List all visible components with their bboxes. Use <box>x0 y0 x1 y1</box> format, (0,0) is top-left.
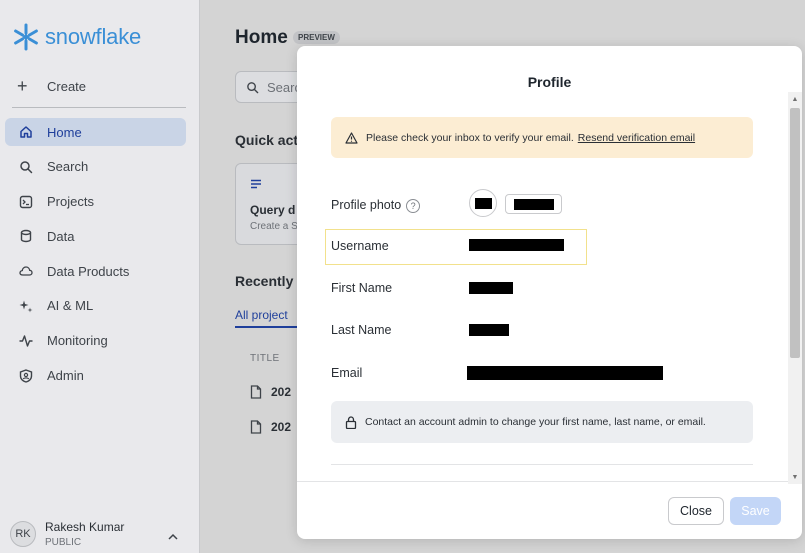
user-role: PUBLIC <box>45 537 82 548</box>
sidebar-item-home[interactable]: Home <box>5 118 186 146</box>
database-icon <box>19 229 33 243</box>
modal-scrollbar[interactable]: ▲ ▼ <box>788 92 802 484</box>
activity-icon <box>19 334 33 348</box>
tab-active-indicator <box>235 326 297 328</box>
user-name: Rakesh Kumar <box>45 520 125 534</box>
snowflake-logo[interactable]: snowflake <box>11 22 141 52</box>
verify-email-banner: Please check your inbox to verify your e… <box>331 117 753 158</box>
sidebar-item-label: Search <box>47 159 89 175</box>
table-row[interactable]: 202 <box>235 409 297 444</box>
sidebar-item-projects[interactable]: Projects <box>5 188 186 216</box>
search-icon <box>19 160 33 174</box>
row-title: 202 <box>271 384 292 399</box>
scroll-up-arrow-icon[interactable]: ▲ <box>788 92 802 106</box>
warning-icon <box>345 131 358 144</box>
create-button[interactable]: + Create <box>12 74 186 98</box>
sparkle-icon <box>19 299 33 313</box>
page-title: Home <box>235 27 288 48</box>
tab-all-projects[interactable]: All project <box>235 308 288 322</box>
profile-photo-avatar[interactable] <box>469 189 497 217</box>
list-icon <box>251 179 261 189</box>
snowflake-logo-icon <box>14 23 38 51</box>
row-title: 202 <box>271 419 292 434</box>
table-header-title: TITLE <box>250 352 280 364</box>
close-button[interactable]: Close <box>668 497 724 525</box>
last-name-label: Last Name <box>331 323 392 337</box>
preview-badge: PREVIEW <box>293 31 340 44</box>
email-value-redacted <box>467 366 663 380</box>
sidebar-item-data[interactable]: Data <box>5 222 186 250</box>
sidebar-item-label: Admin <box>47 368 84 384</box>
sidebar: snowflake + Create Home Search Projects <box>0 0 200 553</box>
terminal-icon <box>19 195 33 209</box>
sidebar-item-data-products[interactable]: Data Products <box>5 257 186 285</box>
sidebar-item-label: Data Products <box>47 263 130 279</box>
document-icon <box>250 419 262 434</box>
brand-name: snowflake <box>45 24 142 49</box>
cloud-icon <box>19 264 33 278</box>
footer-divider <box>297 481 802 482</box>
sidebar-item-search[interactable]: Search <box>5 153 186 181</box>
first-name-value-redacted <box>469 282 513 294</box>
modal-title: Profile <box>527 74 572 90</box>
last-name-value-redacted <box>469 324 509 336</box>
profile-photo-button[interactable] <box>505 194 562 214</box>
search-placeholder: Searc <box>267 79 301 95</box>
document-icon <box>250 384 262 399</box>
shield-icon <box>19 368 33 383</box>
table-row[interactable]: 202 <box>235 374 297 409</box>
sidebar-divider <box>12 107 186 108</box>
sidebar-item-label: AI & ML <box>47 298 94 314</box>
create-label: Create <box>47 78 87 94</box>
sidebar-item-label: Home <box>47 124 82 140</box>
plus-icon: + <box>17 75 28 96</box>
redaction-block <box>474 197 492 209</box>
resend-verification-link[interactable]: Resend verification email <box>578 132 695 144</box>
profile-modal: Profile Please check your inbox to verif… <box>297 46 802 539</box>
scroll-down-arrow-icon[interactable]: ▼ <box>788 470 802 484</box>
content-divider <box>331 464 753 465</box>
sidebar-item-admin[interactable]: Admin <box>5 362 186 390</box>
recent-title: Recently <box>235 273 294 289</box>
chevron-up-icon <box>168 528 178 546</box>
save-button[interactable]: Save <box>730 497 781 525</box>
profile-photo-label-text: Profile photo <box>331 198 402 212</box>
quick-actions-title: Quick act <box>235 132 299 148</box>
scrollbar-thumb[interactable] <box>790 108 800 358</box>
admin-contact-text: Contact an account admin to change your … <box>365 416 706 428</box>
profile-photo-label: Profile photo? <box>331 198 421 213</box>
username-value-redacted <box>469 239 564 251</box>
sidebar-item-monitoring[interactable]: Monitoring <box>5 327 186 355</box>
email-label: Email <box>331 366 363 380</box>
sidebar-item-label: Data <box>47 228 75 244</box>
user-info: Rakesh Kumar PUBLIC <box>45 520 124 548</box>
quick-card-title: Query d <box>250 203 296 217</box>
sidebar-item-label: Monitoring <box>47 333 108 349</box>
redaction-block <box>513 198 554 210</box>
avatar: RK <box>10 521 36 547</box>
sidebar-item-label: Projects <box>47 194 94 210</box>
quick-card-desc: Create a S <box>250 221 298 232</box>
sidebar-nav: Home Search Projects Data Data Products <box>5 118 186 396</box>
username-label: Username <box>331 239 389 253</box>
lock-icon <box>345 415 357 429</box>
sidebar-item-ai-ml[interactable]: AI & ML <box>5 292 186 320</box>
help-icon[interactable]: ? <box>406 198 421 213</box>
search-icon <box>247 81 259 93</box>
home-icon <box>19 125 33 139</box>
first-name-label: First Name <box>331 281 393 295</box>
verify-email-text: Please check your inbox to verify your e… <box>366 131 574 144</box>
admin-contact-notice: Contact an account admin to change your … <box>331 401 753 443</box>
user-menu[interactable]: RK Rakesh Kumar PUBLIC <box>10 520 190 548</box>
